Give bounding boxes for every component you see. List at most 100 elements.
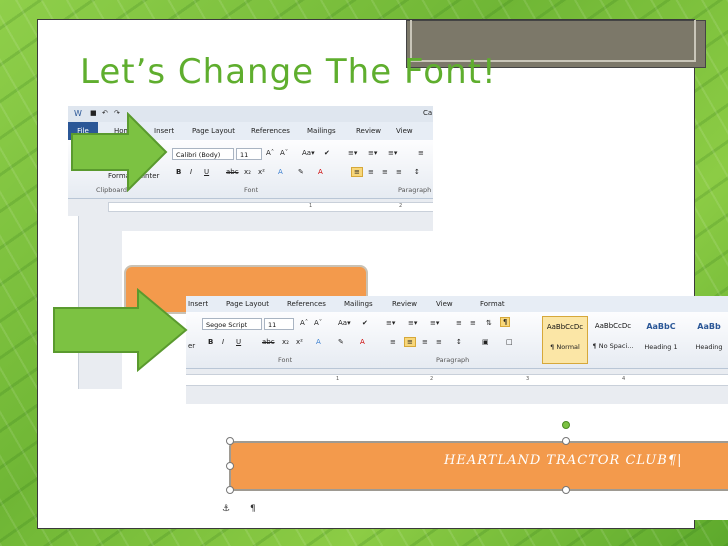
bullets-icon[interactable]: ≡▾ <box>386 319 395 327</box>
strikethrough-button[interactable]: abc <box>262 338 275 346</box>
window-title: Ca <box>423 109 433 117</box>
font-size-box[interactable]: 11 <box>236 148 262 160</box>
underline-button[interactable]: U <box>236 338 241 346</box>
style-heading-2[interactable]: AaBb Heading <box>686 316 728 364</box>
align-center-button[interactable]: ≡ <box>368 168 374 176</box>
multilevel-icon[interactable]: ≡▾ <box>430 319 439 327</box>
resize-handle[interactable] <box>226 462 234 470</box>
shading-icon[interactable]: ▣ <box>482 338 489 346</box>
ruler-number: 2 <box>399 203 403 209</box>
ribbon-tabs: Insert Page Layout References Mailings R… <box>186 296 728 313</box>
shrink-font-icon[interactable]: Aˇ <box>314 319 322 327</box>
style-preview: AaBbC <box>646 322 676 331</box>
style-heading-1[interactable]: AaBbC Heading 1 <box>638 316 684 364</box>
text-effects-icon[interactable]: A <box>278 168 283 176</box>
numbering-icon[interactable]: ≡▾ <box>408 319 417 327</box>
font-color-icon[interactable]: A <box>318 168 323 176</box>
bold-button[interactable]: B <box>208 338 213 346</box>
align-center-button[interactable]: ≡ <box>404 337 416 347</box>
clear-format-icon[interactable]: ✔ <box>324 149 330 157</box>
tab-page-layout[interactable]: Page Layout <box>226 296 269 312</box>
font-color-icon[interactable]: A <box>360 338 365 346</box>
anchor-icon: ⚓ <box>222 504 231 514</box>
group-font: Font <box>244 186 259 194</box>
ruler-number: 2 <box>430 376 434 382</box>
shrink-font-icon[interactable]: Aˇ <box>280 149 288 157</box>
style-no-spacing[interactable]: AaBbCcDc ¶ No Spaci... <box>590 316 636 364</box>
superscript-button[interactable]: x² <box>296 338 303 346</box>
strikethrough-button[interactable]: abc <box>226 168 239 176</box>
highlight-icon[interactable]: ✎ <box>298 168 304 176</box>
italic-button[interactable]: I <box>190 168 192 176</box>
group-paragraph: Paragraph <box>436 356 470 364</box>
word-screenshot-2: Insert Page Layout References Mailings R… <box>186 296 728 404</box>
tab-mailings[interactable]: Mailings <box>344 296 373 312</box>
green-arrow-icon <box>53 288 188 372</box>
line-spacing-icon[interactable]: ↕ <box>414 168 420 176</box>
align-left-button[interactable]: ≡ <box>390 338 396 346</box>
tab-view[interactable]: View <box>396 122 413 140</box>
tab-review[interactable]: Review <box>356 122 381 140</box>
style-preview: AaBbCcDc <box>546 323 584 331</box>
ruler-number: 3 <box>526 376 530 382</box>
justify-button[interactable]: ≡ <box>396 168 402 176</box>
rotation-handle[interactable] <box>562 421 570 429</box>
highlight-icon[interactable]: ✎ <box>338 338 344 346</box>
numbering-icon[interactable]: ≡▾ <box>368 149 377 157</box>
shape-text[interactable]: HEARTLAND TRACTOR CLUB¶| <box>444 453 682 468</box>
tab-mailings[interactable]: Mailings <box>307 122 336 140</box>
font-size-box[interactable]: 11 <box>264 318 294 330</box>
underline-button[interactable]: U <box>204 168 209 176</box>
font-name-box[interactable]: Calibri (Body) <box>172 148 234 160</box>
multilevel-icon[interactable]: ≡▾ <box>388 149 397 157</box>
text-effects-icon[interactable]: A <box>316 338 321 346</box>
group-paragraph: Paragraph <box>398 186 432 194</box>
tab-page-layout[interactable]: Page Layout <box>192 122 235 140</box>
font-name-box[interactable]: Segoe Script <box>202 318 262 330</box>
grow-font-icon[interactable]: Aˆ <box>266 149 274 157</box>
style-name: ¶ Normal <box>550 343 580 351</box>
style-preview: AaBbCcDc <box>594 322 632 330</box>
tab-references[interactable]: References <box>287 296 326 312</box>
resize-handle[interactable] <box>226 437 234 445</box>
ruler-number: 1 <box>336 376 340 382</box>
resize-handle[interactable] <box>226 486 234 494</box>
ribbon: Segoe Script 11 Aˆ Aˇ Aa▾ ✔ ≡▾ ≡▾ ≡▾ ≡ ≡… <box>186 312 728 369</box>
tab-review[interactable]: Review <box>392 296 417 312</box>
indent-icon[interactable]: ≡ <box>418 149 424 157</box>
borders-icon[interactable]: □ <box>506 338 513 346</box>
align-right-button[interactable]: ≡ <box>382 168 388 176</box>
paragraph-mark-icon: ¶ <box>250 504 256 514</box>
justify-button[interactable]: ≡ <box>436 338 442 346</box>
ruler-number: 1 <box>309 203 313 209</box>
tab-insert[interactable]: Insert <box>188 296 208 312</box>
show-marks-button[interactable]: ¶ <box>500 317 511 327</box>
change-case-icon[interactable]: Aa▾ <box>302 149 315 157</box>
increase-indent-icon[interactable]: ≡ <box>470 319 476 327</box>
slide-title: Let’s Change The Font! <box>80 52 497 92</box>
style-name: ¶ No Spaci... <box>592 342 634 350</box>
superscript-button[interactable]: x² <box>258 168 265 176</box>
tab-references[interactable]: References <box>251 122 290 140</box>
tab-format[interactable]: Format <box>480 296 505 312</box>
bullets-icon[interactable]: ≡▾ <box>348 149 357 157</box>
italic-button[interactable]: I <box>222 338 224 346</box>
align-left-button[interactable]: ≡ <box>351 167 363 177</box>
green-arrow-icon <box>71 112 168 192</box>
bold-button[interactable]: B <box>176 168 181 176</box>
align-right-button[interactable]: ≡ <box>422 338 428 346</box>
decrease-indent-icon[interactable]: ≡ <box>456 319 462 327</box>
resize-handle[interactable] <box>562 437 570 445</box>
sort-icon[interactable]: ⇅ <box>486 319 492 327</box>
grow-font-icon[interactable]: Aˆ <box>300 319 308 327</box>
change-case-icon[interactable]: Aa▾ <box>338 319 351 327</box>
horizontal-ruler: 1 2 <box>108 202 433 212</box>
line-spacing-icon[interactable]: ↕ <box>456 338 462 346</box>
style-normal[interactable]: AaBbCcDc ¶ Normal <box>542 316 588 364</box>
tab-view[interactable]: View <box>436 296 453 312</box>
style-preview: AaBb <box>697 322 721 331</box>
subscript-button[interactable]: x₂ <box>244 168 251 176</box>
resize-handle[interactable] <box>562 486 570 494</box>
clear-format-icon[interactable]: ✔ <box>362 319 368 327</box>
subscript-button[interactable]: x₂ <box>282 338 289 346</box>
